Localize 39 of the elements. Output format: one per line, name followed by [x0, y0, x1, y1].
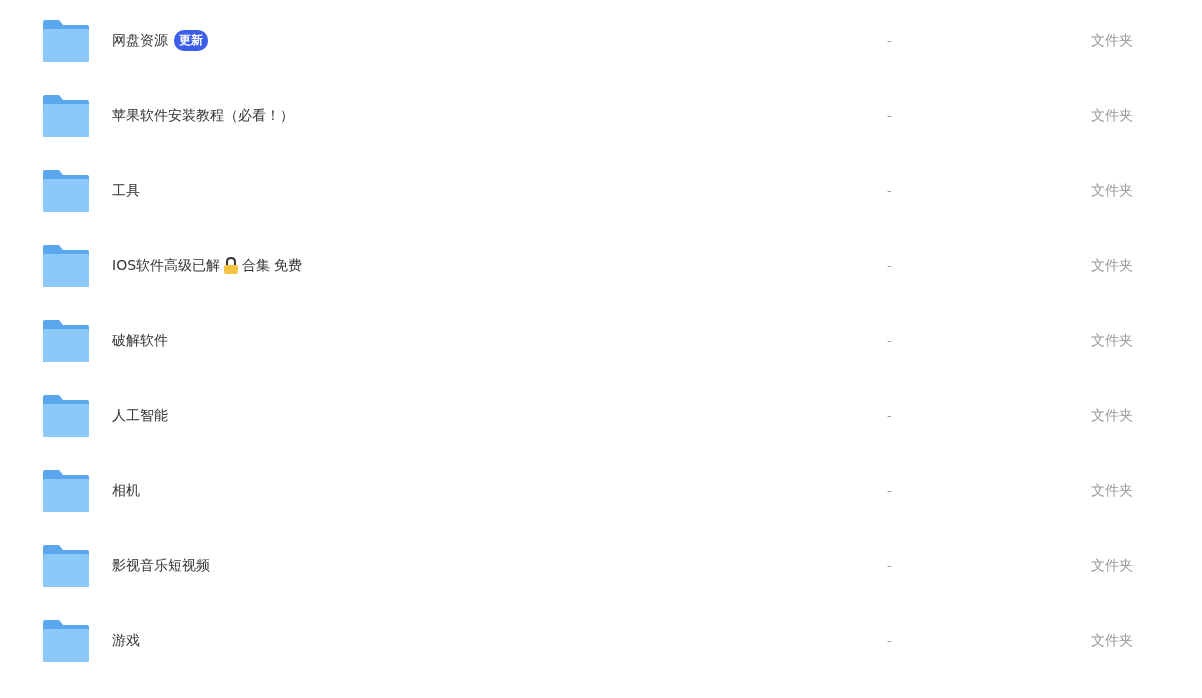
- folder-icon: [43, 394, 89, 437]
- file-name[interactable]: 破解软件: [112, 331, 168, 350]
- file-size: -: [887, 333, 893, 348]
- file-type: 文件夹: [1091, 106, 1133, 125]
- file-type: 文件夹: [1091, 181, 1133, 200]
- file-size: -: [887, 183, 893, 198]
- file-type: 文件夹: [1091, 556, 1133, 575]
- file-size: -: [887, 558, 893, 573]
- folder-icon: [43, 244, 89, 287]
- folder-icon: [43, 469, 89, 512]
- file-size: -: [887, 408, 893, 423]
- lock-icon: [224, 257, 239, 274]
- file-name[interactable]: 相机: [112, 481, 140, 500]
- file-size: -: [887, 633, 893, 648]
- file-type: 文件夹: [1091, 406, 1133, 425]
- update-badge: 更新: [174, 30, 208, 51]
- file-name[interactable]: 苹果软件安装教程（必看！）: [112, 106, 294, 125]
- folder-icon: [43, 19, 89, 62]
- file-type: 文件夹: [1091, 256, 1133, 275]
- folder-icon: [43, 319, 89, 362]
- file-type: 文件夹: [1091, 31, 1133, 50]
- folder-icon: [43, 619, 89, 662]
- folder-icon: [43, 169, 89, 212]
- file-name[interactable]: IOS软件高级已解: [112, 256, 221, 275]
- file-name[interactable]: 游戏: [112, 631, 140, 650]
- folder-icon: [43, 94, 89, 137]
- folder-icon: [43, 544, 89, 587]
- file-size: -: [887, 108, 893, 123]
- file-size: -: [887, 33, 893, 48]
- file-type: 文件夹: [1091, 331, 1133, 350]
- file-name-suffix: 合集 免费: [242, 256, 303, 275]
- file-type: 文件夹: [1091, 481, 1133, 500]
- file-name[interactable]: 人工智能: [112, 406, 168, 425]
- file-name[interactable]: 工具: [112, 181, 140, 200]
- file-size: -: [887, 258, 893, 273]
- file-type: 文件夹: [1091, 631, 1133, 650]
- file-name[interactable]: 影视音乐短视频: [112, 556, 210, 575]
- file-name[interactable]: 网盘资源: [112, 31, 168, 50]
- file-size: -: [887, 483, 893, 498]
